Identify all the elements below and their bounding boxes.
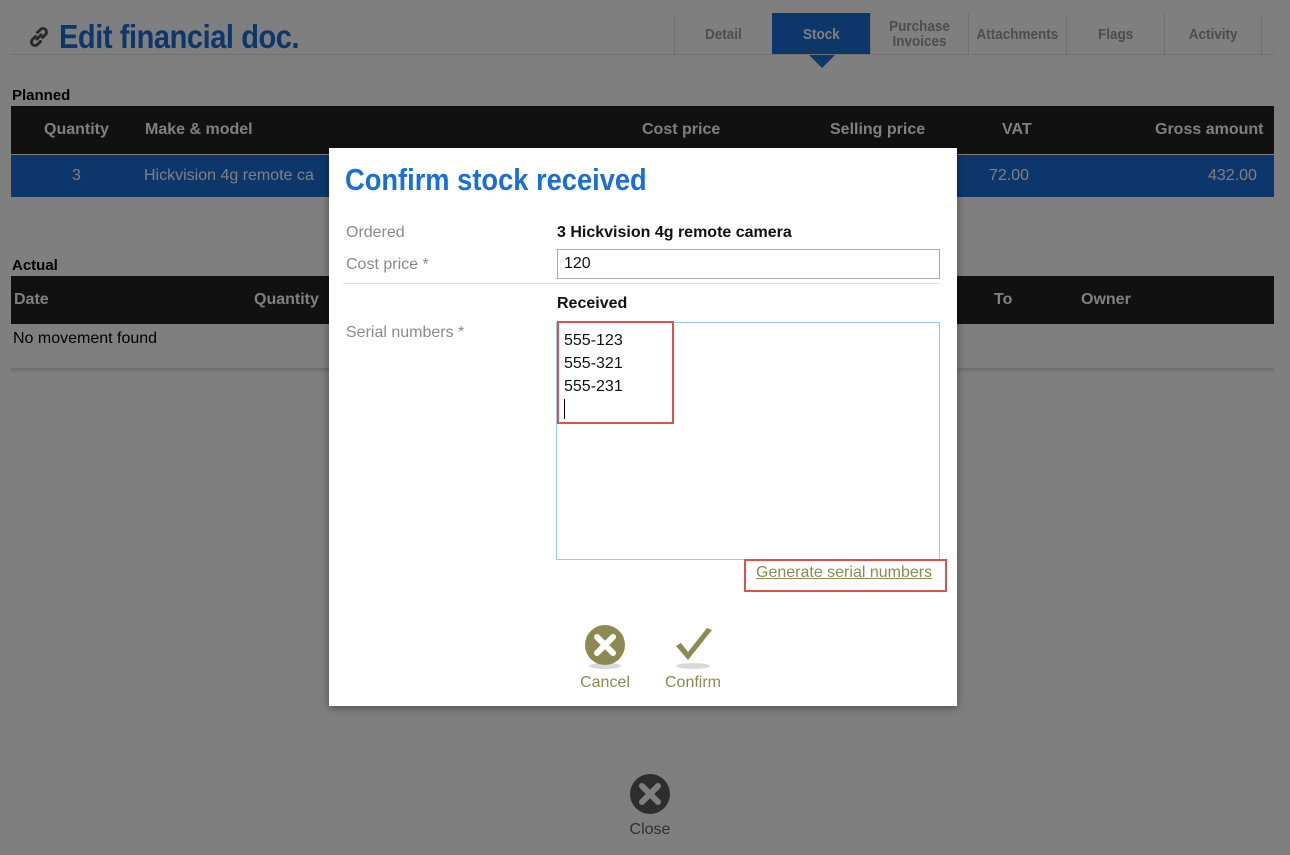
- cancel-button[interactable]: Cancel: [576, 624, 634, 692]
- confirm-stock-dialog: Confirm stock received Ordered 3 Hickvis…: [329, 148, 957, 706]
- dialog-divider: [343, 283, 941, 284]
- ordered-label: Ordered: [346, 224, 405, 241]
- serial-numbers-label: Serial numbers *: [346, 324, 465, 341]
- cancel-icon: [585, 625, 625, 669]
- confirm-label: Confirm: [664, 674, 721, 691]
- cancel-label: Cancel: [580, 674, 630, 691]
- confirm-button[interactable]: Confirm: [659, 624, 727, 692]
- dialog-title: Confirm stock received: [345, 162, 647, 197]
- cost-price-input[interactable]: [557, 249, 940, 279]
- received-heading: Received: [557, 295, 628, 312]
- serial-highlight-box: [557, 321, 674, 424]
- cost-price-label: Cost price *: [346, 256, 429, 273]
- checkmark-icon: [676, 628, 712, 669]
- generate-highlight-box: [744, 559, 947, 592]
- ordered-value: 3 Hickvision 4g remote camera: [557, 224, 792, 241]
